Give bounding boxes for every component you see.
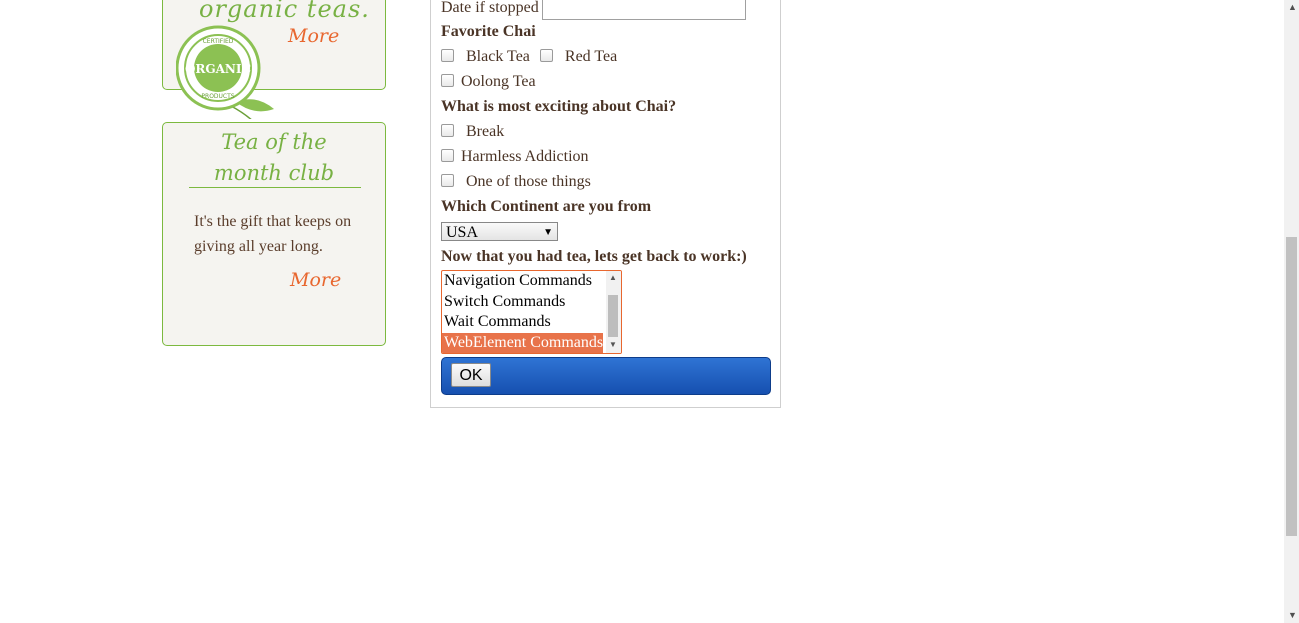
- tea-club-title: Tea of the month club: [187, 127, 361, 189]
- harmless-addiction-row: Harmless Addiction: [441, 148, 589, 166]
- tea-club-title-line1: Tea of the: [221, 130, 327, 154]
- one-of-those-row: One of those things: [441, 173, 591, 191]
- harmless-addiction-checkbox[interactable]: [441, 149, 454, 162]
- dropdown-arrow-icon: ▼: [543, 227, 553, 238]
- continent-select[interactable]: USA ▼: [441, 222, 558, 241]
- command-option-wait[interactable]: Wait Commands: [442, 312, 603, 333]
- command-option-switch[interactable]: Switch Commands: [442, 292, 603, 313]
- seal-bottom-text: PRODUCTS: [201, 93, 234, 100]
- listbox-scrollbar[interactable]: ▲ ▼: [606, 271, 621, 353]
- oolong-row: Oolong Tea: [441, 73, 536, 91]
- continent-selected-value: USA: [446, 224, 479, 241]
- black-tea-label: Black Tea: [466, 48, 530, 65]
- scroll-up-arrow-icon[interactable]: ▲: [609, 273, 617, 282]
- break-checkbox[interactable]: [441, 124, 454, 137]
- date-stopped-label: Date if stopped: [441, 0, 539, 16]
- oolong-tea-label: Oolong Tea: [461, 73, 536, 90]
- organic-seal-icon: ORGANIC CERTIFIED PRODUCTS: [176, 25, 274, 119]
- break-label: Break: [466, 123, 505, 140]
- back-to-work-heading: Now that you had tea, lets get back to w…: [441, 248, 747, 265]
- red-tea-label: Red Tea: [564, 48, 618, 65]
- ok-button[interactable]: OK: [451, 363, 491, 387]
- seal-top-text: CERTIFIED: [203, 38, 234, 45]
- tea-club-promo-box: Tea of the month club It's the gift that…: [162, 122, 386, 346]
- exciting-heading: What is most exciting about Chai?: [441, 98, 677, 115]
- command-option-navigation[interactable]: Navigation Commands: [442, 271, 603, 292]
- one-of-those-label: One of those things: [466, 173, 591, 190]
- organic-teas-text: organic teas.: [199, 0, 370, 23]
- page-scroll-thumb[interactable]: [1286, 237, 1297, 536]
- one-of-those-checkbox[interactable]: [441, 174, 454, 187]
- favorite-chai-heading: Favorite Chai: [441, 23, 536, 40]
- date-stopped-input[interactable]: [542, 0, 746, 20]
- page-scroll-down-icon[interactable]: ▼: [1288, 610, 1297, 620]
- harmless-addiction-label: Harmless Addiction: [461, 148, 589, 165]
- break-row: Break: [441, 123, 504, 141]
- tea-club-more-link[interactable]: More: [290, 269, 341, 291]
- seal-main-text: ORGANIC: [185, 62, 251, 76]
- commands-listbox[interactable]: Navigation Commands Switch Commands Wait…: [441, 270, 622, 354]
- page-scroll-up-icon[interactable]: ▲: [1288, 2, 1297, 12]
- tea-club-description: It's the gift that keeps on giving all y…: [194, 213, 352, 255]
- tea-club-title-line2: month club: [213, 161, 335, 185]
- tea-club-divider: [189, 187, 361, 188]
- red-tea-checkbox[interactable]: [539, 49, 553, 62]
- command-option-webelement[interactable]: WebElement Commands: [442, 332, 603, 353]
- chai-options-row: Black Tea Red Tea: [441, 48, 617, 66]
- continent-heading: Which Continent are you from: [441, 198, 652, 215]
- oolong-tea-checkbox[interactable]: [441, 74, 454, 87]
- organic-more-link[interactable]: More: [288, 25, 339, 47]
- black-tea-checkbox[interactable]: [441, 49, 454, 62]
- scroll-down-arrow-icon[interactable]: ▼: [609, 340, 617, 349]
- listbox-scroll-thumb[interactable]: [608, 295, 618, 337]
